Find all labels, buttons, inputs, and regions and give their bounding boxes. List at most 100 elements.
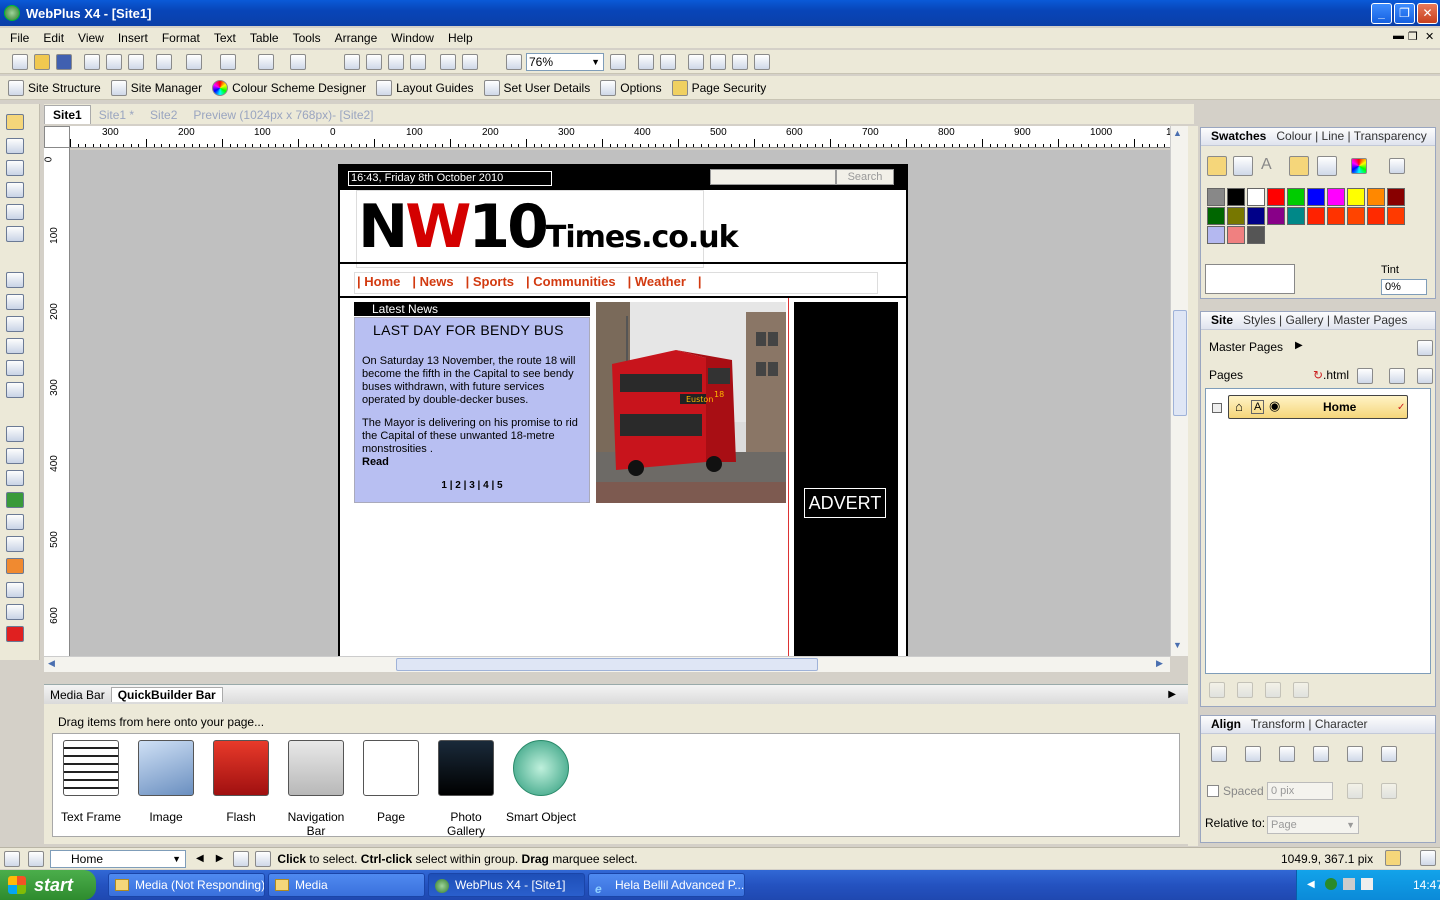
- new-page-icon[interactable]: [1357, 368, 1373, 384]
- horizontal-scrollbar[interactable]: ◀ ▶: [44, 656, 1170, 672]
- menu-view[interactable]: View: [78, 31, 104, 45]
- news-story-box[interactable]: LAST DAY FOR BENDY BUS On Saturday 13 No…: [354, 317, 590, 503]
- layout-guides-button[interactable]: Layout Guides: [376, 79, 474, 96]
- promote-icon[interactable]: [1265, 682, 1281, 698]
- pan-hand-icon[interactable]: [660, 54, 676, 70]
- colour-swatch[interactable]: [1227, 207, 1245, 225]
- full-page-icon[interactable]: [688, 54, 704, 70]
- nav-home[interactable]: | Home: [357, 273, 400, 293]
- display-icon[interactable]: [1361, 878, 1373, 890]
- tab-site[interactable]: Site: [1211, 313, 1233, 327]
- hotspot-tool-icon[interactable]: [6, 582, 24, 598]
- colour-swatch[interactable]: [1267, 188, 1285, 206]
- qb-text-frame[interactable]: Text Frame: [55, 740, 127, 824]
- qb-navigation-bar[interactable]: Navigation Bar: [280, 740, 352, 838]
- page-view-icon[interactable]: [233, 850, 250, 867]
- site-manager-button[interactable]: Site Manager: [110, 79, 202, 96]
- text-frame-tool-icon[interactable]: [6, 272, 24, 288]
- colour-swatch[interactable]: [1247, 226, 1265, 244]
- master-page-copy-icon[interactable]: [1417, 340, 1433, 356]
- transparency-tool-icon[interactable]: [6, 182, 24, 198]
- next-page-icon[interactable]: ▶: [216, 853, 224, 864]
- page-item-home[interactable]: ⌂ A ◉ Home ✓: [1228, 395, 1408, 419]
- nav-sports[interactable]: | Sports: [466, 273, 514, 293]
- page-toggle-icon[interactable]: [1420, 850, 1436, 866]
- html-code-tool-icon[interactable]: [6, 604, 24, 620]
- align-left-icon[interactable]: [1279, 746, 1295, 762]
- task-browser[interactable]: e Hela Bellil Advanced P...: [588, 873, 745, 897]
- tab-preview[interactable]: Preview (1024px x 768px)- [Site2]: [185, 106, 381, 124]
- colour-swatch[interactable]: [1207, 207, 1225, 225]
- colour-scheme-button[interactable]: Colour Scheme Designer: [212, 79, 366, 96]
- home-nav-icon[interactable]: [4, 850, 20, 867]
- page-select[interactable]: Home ▼: [50, 849, 186, 868]
- publish-icon[interactable]: [220, 54, 236, 70]
- menu-arrange[interactable]: Arrange: [335, 31, 378, 45]
- html-label[interactable]: .html: [1323, 368, 1349, 382]
- colour-swatch[interactable]: [1287, 207, 1305, 225]
- site-nav-icon[interactable]: [28, 850, 44, 867]
- tab-site2[interactable]: Site2: [142, 106, 185, 124]
- menu-format[interactable]: Format: [162, 31, 200, 45]
- close-button[interactable]: ✕: [1417, 3, 1438, 24]
- colour-swatch[interactable]: [1207, 226, 1225, 244]
- colour-picker-icon[interactable]: [1351, 158, 1367, 174]
- tab-site1[interactable]: Site1: [44, 105, 91, 124]
- menu-window[interactable]: Window: [391, 31, 434, 45]
- copy-icon[interactable]: [106, 54, 122, 70]
- relative-to-select[interactable]: Page ▼: [1267, 816, 1359, 834]
- colour-swatch[interactable]: [1307, 207, 1325, 225]
- text-colour-icon[interactable]: A: [1261, 156, 1272, 174]
- align-centre-horizontal-icon[interactable]: [1381, 746, 1397, 762]
- media-tool-icon[interactable]: [6, 448, 24, 464]
- palette-grid-icon[interactable]: [1289, 156, 1309, 176]
- refresh-icon[interactable]: ↻: [1313, 368, 1323, 382]
- site-structure-button[interactable]: Site Structure: [8, 79, 101, 96]
- redo-icon[interactable]: [290, 54, 306, 70]
- colour-swatch[interactable]: [1227, 226, 1245, 244]
- page-properties-icon[interactable]: [1389, 368, 1405, 384]
- volume-icon[interactable]: [1343, 878, 1355, 890]
- page-list-icon[interactable]: [1417, 368, 1433, 384]
- story-pager[interactable]: 1 | 2 | 3 | 4 | 5: [355, 480, 589, 491]
- qb-photo-gallery[interactable]: Photo Gallery: [430, 740, 502, 838]
- colour-swatch[interactable]: [1227, 188, 1245, 206]
- vertical-ruler[interactable]: 0 100 200 300 400 500 600: [44, 148, 70, 656]
- rotate-tool-icon[interactable]: [6, 138, 24, 154]
- qb-flash[interactable]: Flash: [205, 740, 277, 824]
- colour-swatch[interactable]: [1387, 207, 1405, 225]
- search-tool-icon[interactable]: [6, 536, 24, 552]
- menu-tools[interactable]: Tools: [293, 31, 321, 45]
- format-painter-icon[interactable]: [156, 54, 172, 70]
- horizontal-ruler[interactable]: 300 200 100 0 100 200 300 400 500 600 700 800 900 100…: [70, 126, 1170, 148]
- page-icon[interactable]: [754, 54, 770, 70]
- menu-table[interactable]: Table: [250, 31, 279, 45]
- tab-gallery[interactable]: Gallery: [1286, 313, 1324, 327]
- expand-arrow-icon[interactable]: ▶: [1295, 340, 1303, 351]
- navigation-bar[interactable]: | Home | News | Sports | Communities | W…: [354, 272, 878, 294]
- spaced-input[interactable]: 0 pix: [1267, 782, 1333, 800]
- nav-communities[interactable]: | Communities: [526, 273, 616, 293]
- colour-swatch[interactable]: [1387, 188, 1405, 206]
- list-view-icon[interactable]: [255, 850, 272, 867]
- paste-icon[interactable]: [128, 54, 144, 70]
- move-down-icon[interactable]: [1237, 682, 1253, 698]
- nav-weather[interactable]: | Weather: [628, 273, 686, 293]
- qb-image[interactable]: Image: [130, 740, 202, 824]
- music-tool-icon[interactable]: [6, 426, 24, 442]
- colour-swatch[interactable]: [1347, 188, 1365, 206]
- shadow-tool-icon[interactable]: [6, 226, 24, 242]
- tray-expand-icon[interactable]: ◀: [1307, 870, 1315, 900]
- tab-align[interactable]: Align: [1211, 717, 1241, 731]
- rss-tool-icon[interactable]: [6, 558, 24, 574]
- demote-icon[interactable]: [1293, 682, 1309, 698]
- pages-tree[interactable]: ⌂ A ◉ Home ✓: [1205, 388, 1431, 674]
- tab-swatches[interactable]: Swatches: [1211, 129, 1266, 143]
- ruler-origin[interactable]: [44, 126, 70, 148]
- tab-styles[interactable]: Styles: [1243, 313, 1276, 327]
- colour-swatch[interactable]: [1287, 188, 1305, 206]
- colour-swatch[interactable]: [1347, 207, 1365, 225]
- qb-smart-object[interactable]: Smart Object: [505, 740, 577, 824]
- task-media[interactable]: Media: [268, 873, 425, 897]
- align-bottom-icon[interactable]: [1245, 746, 1261, 762]
